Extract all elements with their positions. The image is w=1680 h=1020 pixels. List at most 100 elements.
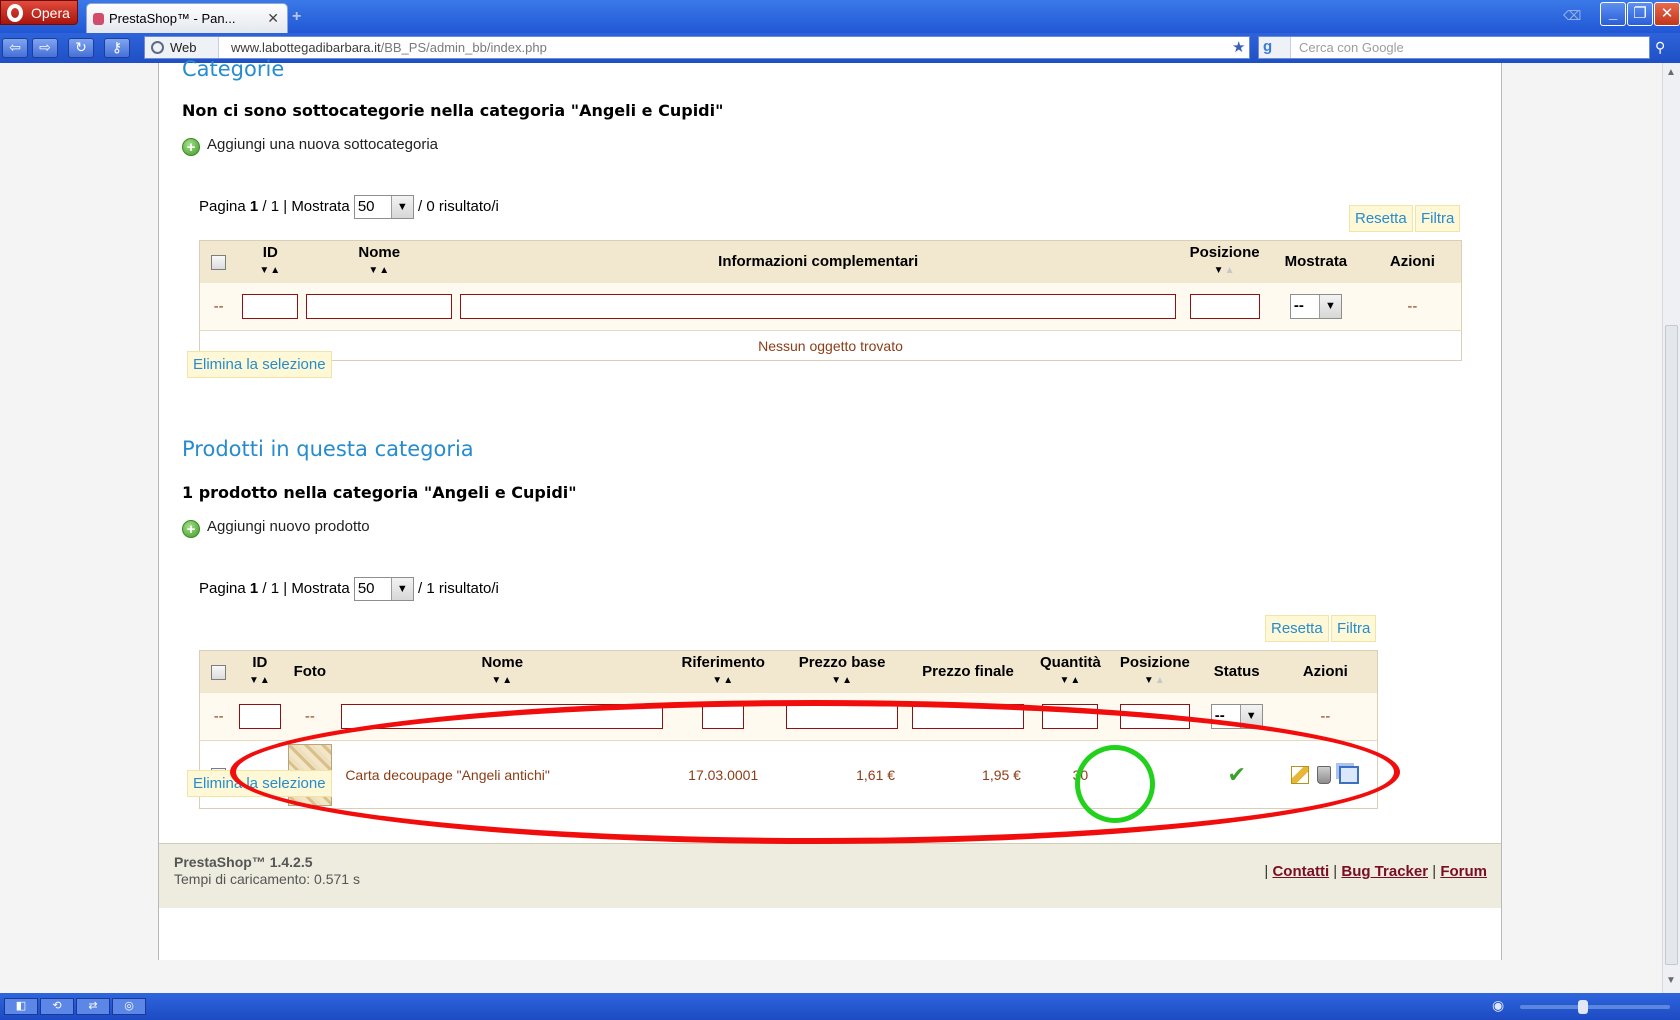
- back-icon[interactable]: ⇦: [2, 38, 28, 58]
- select-all-checkbox[interactable]: [211, 664, 227, 680]
- forum-link[interactable]: Forum: [1440, 863, 1487, 880]
- reset-button[interactable]: Resetta: [1265, 615, 1329, 642]
- col-name: Nome ▼▲: [303, 240, 456, 283]
- sort-arrows-icon[interactable]: ▼▲: [1181, 263, 1268, 278]
- filter-position-input[interactable]: [1119, 703, 1190, 729]
- select-all-checkbox[interactable]: [211, 254, 227, 270]
- page-scrollbar[interactable]: ▲ ▼: [1662, 63, 1680, 993]
- web-badge[interactable]: Web: [145, 37, 219, 58]
- filter-status-value: --: [1214, 706, 1225, 724]
- row-base-price[interactable]: 1,61 €: [779, 741, 905, 809]
- sort-arrows-icon[interactable]: ▼▲: [237, 673, 282, 688]
- view-icon[interactable]: ◉: [1492, 997, 1504, 1014]
- chevron-down-icon: ▼: [1239, 704, 1262, 728]
- row-final-price[interactable]: 1,95 €: [905, 741, 1031, 809]
- unite-icon[interactable]: ⇄: [76, 998, 110, 1015]
- browser-statusbar: ◧ ⟲ ⇄ ◎ ◉: [0, 993, 1680, 1020]
- tab-close-icon[interactable]: ✕: [267, 10, 279, 27]
- address-bar[interactable]: Web www.labottegadibarbara.it/BB_PS/admi…: [144, 36, 1250, 59]
- filter-base-price-input[interactable]: [786, 703, 899, 729]
- table-row[interactable]: 101 Carta decoupage "Angeli antichi" 17.…: [200, 741, 1378, 809]
- filter-name-input[interactable]: [341, 703, 664, 729]
- per-page-select[interactable]: 50 ▼: [353, 195, 414, 219]
- filter-status-select[interactable]: -- ▼: [1210, 703, 1263, 729]
- browser-titlebar: Opera PrestaShop™ - Pan... ✕ + ⌫ _ ❐ ✕: [0, 0, 1680, 33]
- filter-final-price-input[interactable]: [912, 703, 1024, 729]
- bug-tracker-link[interactable]: Bug Tracker: [1341, 863, 1428, 880]
- add-product-label: Aggiungi nuovo prodotto: [207, 518, 370, 535]
- filter-position-input[interactable]: [1189, 293, 1260, 319]
- pager-total: / 1 | Mostrata: [262, 197, 350, 215]
- browser-tab[interactable]: PrestaShop™ - Pan... ✕: [86, 3, 288, 33]
- add-product-link[interactable]: + Aggiungi nuovo prodotto: [182, 518, 370, 538]
- reload-icon[interactable]: ↻: [68, 38, 94, 58]
- sort-arrows-icon[interactable]: ▼▲: [667, 673, 779, 688]
- filter-actions-dash: --: [1273, 692, 1378, 741]
- scroll-up-icon[interactable]: ▲: [1666, 67, 1676, 78]
- filter-name-input[interactable]: [306, 293, 453, 319]
- sync-icon[interactable]: ⟲: [40, 998, 74, 1015]
- filter-id-input[interactable]: [238, 703, 281, 729]
- prestashop-version: PrestaShop™ 1.4.2.5: [174, 854, 313, 870]
- contacts-link[interactable]: Contatti: [1272, 863, 1329, 880]
- reset-button[interactable]: Resetta: [1349, 205, 1413, 232]
- window-close-button[interactable]: ✕: [1654, 2, 1680, 26]
- filter-info-cell: [455, 282, 1182, 331]
- sort-arrows-icon[interactable]: ▼▲: [303, 263, 455, 278]
- url-text[interactable]: www.labottegadibarbara.it/BB_PS/admin_bb…: [231, 40, 547, 55]
- scroll-down-icon[interactable]: ▼: [1666, 975, 1676, 986]
- chevron-down-icon: ▼: [1318, 294, 1341, 318]
- delete-selection-button[interactable]: Elimina la selezione: [187, 770, 332, 797]
- check-icon[interactable]: ✔: [1228, 762, 1246, 787]
- duplicate-icon[interactable]: [1339, 765, 1360, 784]
- row-reference[interactable]: 17.03.0001: [667, 741, 779, 809]
- col-position: Posizione ▼▲: [1181, 240, 1269, 283]
- scroll-thumb[interactable]: [1665, 325, 1678, 965]
- filter-final-price-cell: [905, 692, 1031, 741]
- opera-menu-button[interactable]: Opera: [0, 0, 78, 25]
- filter-base-price-cell: [779, 692, 906, 741]
- wand-icon[interactable]: ⚷: [104, 38, 130, 58]
- sort-arrows-icon[interactable]: ▼▲: [237, 263, 303, 278]
- add-subcategory-link[interactable]: + Aggiungi una nuova sottocategoria: [182, 136, 438, 156]
- search-input[interactable]: g Cerca con Google: [1258, 36, 1650, 59]
- pager-current: 1: [249, 579, 259, 597]
- filter-button[interactable]: Filtra: [1331, 615, 1377, 642]
- sort-arrows-icon[interactable]: ▼▲: [1031, 673, 1110, 688]
- new-tab-icon[interactable]: +: [292, 8, 301, 26]
- search-icon[interactable]: ⚲: [1655, 39, 1665, 56]
- col-shown: Mostrata: [1268, 240, 1364, 283]
- closed-tabs-trash-icon[interactable]: ⌫: [1563, 8, 1581, 24]
- col-photo: Foto: [282, 650, 338, 693]
- turbo-icon[interactable]: ◎: [112, 998, 146, 1015]
- col-info: Informazioni complementari: [455, 240, 1182, 283]
- row-quantity[interactable]: 30: [1031, 741, 1110, 809]
- zoom-slider[interactable]: [1520, 1000, 1670, 1014]
- window-minimize-button[interactable]: _: [1600, 2, 1626, 26]
- delete-selection-button[interactable]: Elimina la selezione: [187, 351, 332, 378]
- add-circle-icon: +: [182, 520, 200, 538]
- col-id-label: ID: [262, 244, 278, 262]
- per-page-select[interactable]: 50 ▼: [353, 577, 414, 601]
- row-name[interactable]: Carta decoupage "Angeli antichi": [337, 741, 667, 809]
- filter-info-input[interactable]: [460, 293, 1177, 319]
- filter-id-input[interactable]: [242, 293, 299, 319]
- forward-icon[interactable]: ⇨: [32, 38, 58, 58]
- edit-pencil-icon[interactable]: [1291, 765, 1310, 784]
- chevron-down-icon: ▼: [390, 578, 413, 600]
- sort-arrows-icon[interactable]: ▼▲: [1110, 673, 1200, 688]
- filter-shown-select[interactable]: -- ▼: [1289, 293, 1342, 319]
- window-restore-button[interactable]: ❐: [1627, 2, 1653, 26]
- col-quantity: Quantità ▼▲: [1030, 650, 1110, 693]
- sort-arrows-icon[interactable]: ▼▲: [337, 673, 667, 688]
- filter-name-cell: [303, 282, 456, 331]
- panel-toggle-icon[interactable]: ◧: [4, 998, 38, 1015]
- filter-reference-input[interactable]: [702, 703, 745, 729]
- bookmark-star-icon[interactable]: ★: [1232, 38, 1245, 56]
- google-engine-icon[interactable]: g: [1259, 37, 1291, 58]
- filter-button[interactable]: Filtra: [1415, 205, 1461, 232]
- sort-arrows-icon[interactable]: ▼▲: [779, 673, 905, 688]
- delete-bin-icon[interactable]: [1317, 765, 1332, 784]
- filter-quantity-input[interactable]: [1042, 703, 1099, 729]
- zoom-knob[interactable]: [1578, 1000, 1588, 1014]
